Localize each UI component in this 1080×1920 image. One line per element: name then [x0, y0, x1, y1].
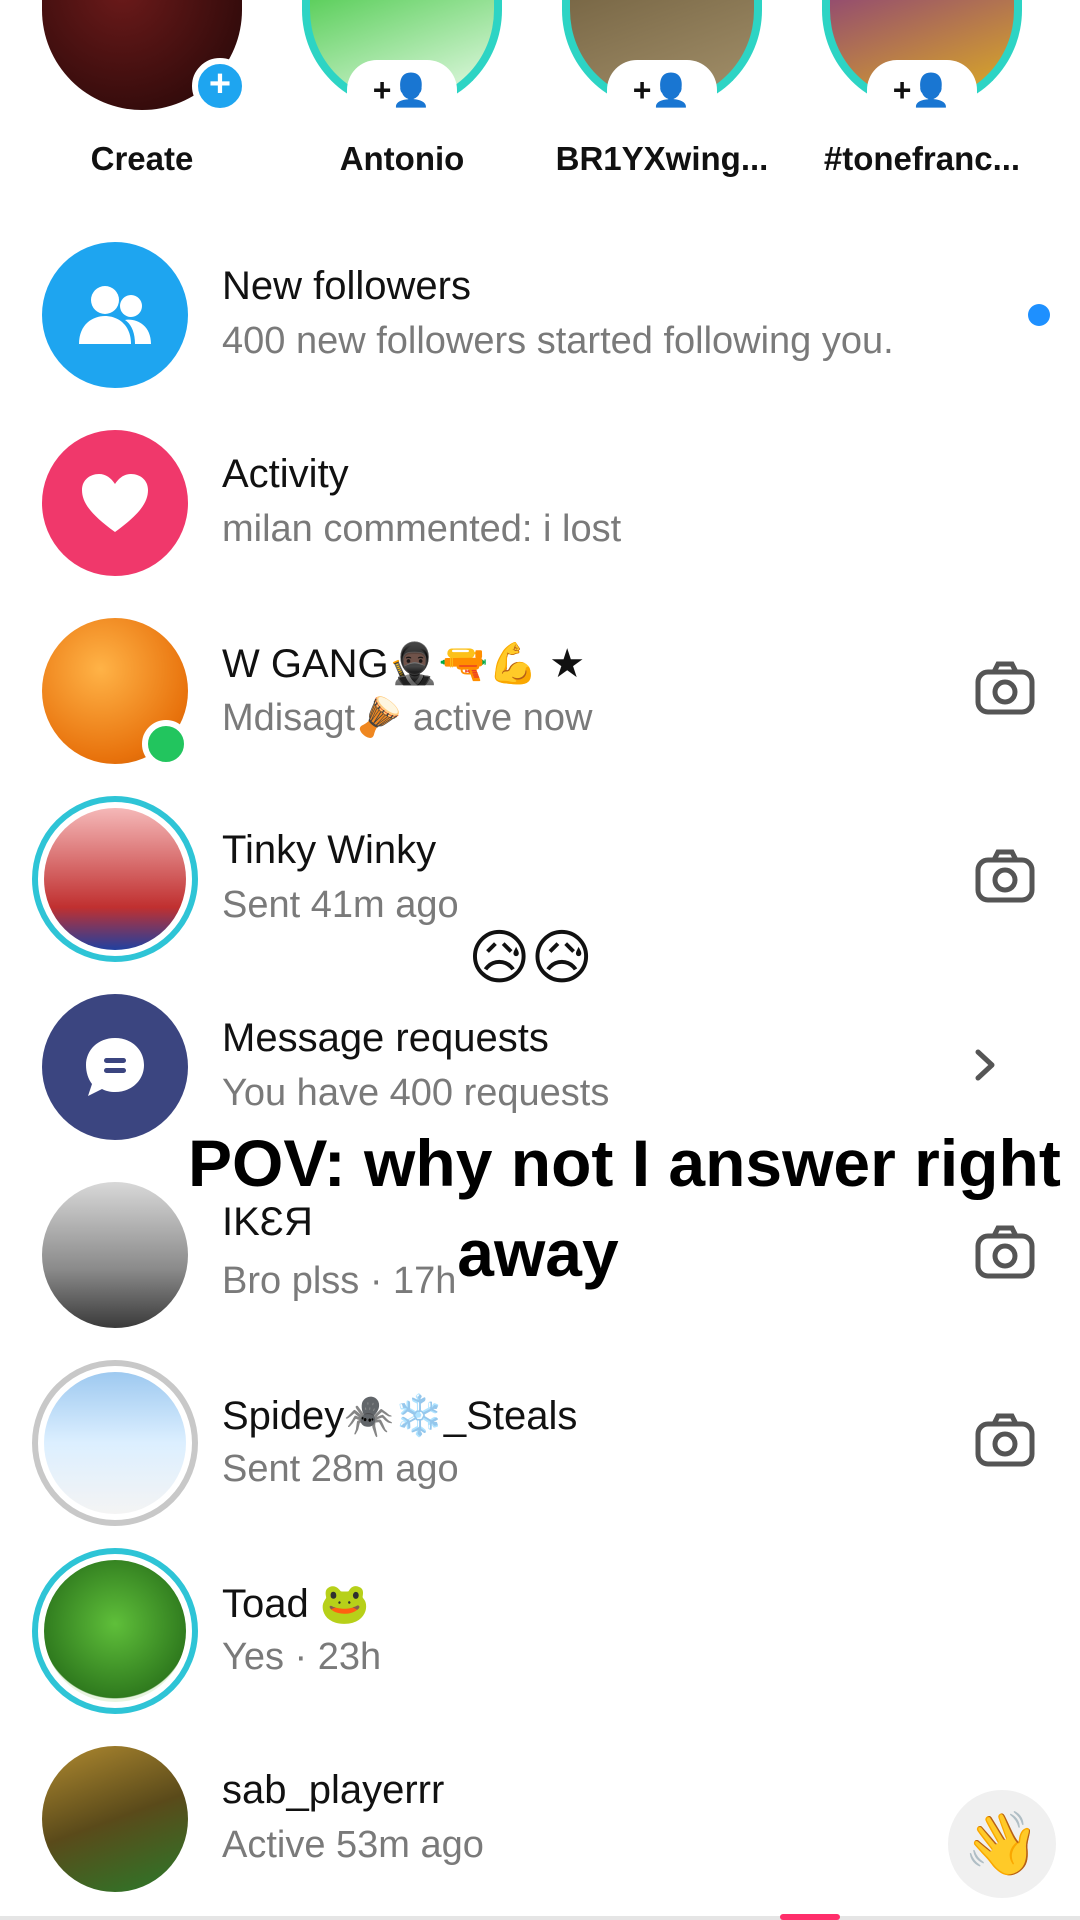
list-item-activity[interactable]: Activity milan commented: i lost — [0, 430, 1080, 618]
story-label: #tonefranc... — [823, 140, 1021, 177]
message-bubble-icon — [42, 994, 188, 1140]
story-br1yxwing[interactable]: +👤 BR1YXwing... — [532, 0, 792, 200]
avatar — [32, 796, 198, 962]
row-title: Spidey🕷️❄️_Steals — [222, 1394, 578, 1438]
chevron-right-icon[interactable] — [966, 1034, 1028, 1096]
story-label: BR1YXwing... — [555, 140, 769, 177]
list-item-spidey[interactable]: Spidey🕷️❄️_Steals Sent 28m ago — [0, 1360, 1080, 1558]
heart-icon — [42, 430, 188, 576]
avatar — [32, 1360, 198, 1526]
row-subtitle: Yes · 23h — [222, 1636, 382, 1678]
row-title: New followers — [222, 264, 471, 308]
row-title: Activity — [222, 452, 349, 496]
wave-button[interactable]: 👋 — [948, 1790, 1056, 1898]
row-subtitle: Mdisagt🪘 active now — [222, 697, 593, 739]
pov-caption: POV: why not I answer right away — [188, 1118, 1080, 1298]
list-item-w-gang[interactable]: W GANG🥷🏿🔫💪 ★ Mdisagt🪘 active now — [0, 618, 1080, 806]
row-title: Tinky Winky — [222, 828, 437, 872]
camera-icon[interactable] — [974, 846, 1036, 908]
stories-row: + Create +👤 Antonio +👤 BR1YXwing... +👤 #… — [0, 0, 1080, 200]
wave-icon: 👋 — [963, 1809, 1041, 1879]
row-title: Toad 🐸 — [222, 1582, 370, 1626]
follow-icon[interactable]: +👤 — [347, 60, 457, 120]
list-item-sab-playerrr[interactable]: sab_playerrr Active 53m ago 👋 — [0, 1746, 1080, 1920]
row-subtitle: milan commented: i lost — [222, 508, 622, 550]
sad-emoji-sticker: 😥😥 — [468, 924, 594, 991]
avatar — [42, 1746, 188, 1892]
row-title: W GANG🥷🏿🔫💪 ★ — [222, 642, 586, 686]
row-subtitle: Sent 28m ago — [222, 1448, 459, 1490]
story-create[interactable]: + Create — [12, 0, 272, 200]
row-title: sab_playerrr — [222, 1768, 445, 1812]
camera-icon[interactable] — [974, 1410, 1036, 1472]
row-subtitle: Active 53m ago — [222, 1824, 484, 1866]
story-antonio[interactable]: +👤 Antonio — [272, 0, 532, 200]
avatar — [32, 1548, 198, 1714]
add-story-badge[interactable]: + — [192, 58, 248, 114]
story-label: Antonio — [339, 140, 465, 177]
camera-icon[interactable] — [974, 658, 1036, 720]
people-icon — [42, 242, 188, 388]
story-tonefranc[interactable]: +👤 #tonefranc... — [792, 0, 1052, 200]
story-label: Create — [90, 140, 194, 177]
row-subtitle: You have 400 requests — [222, 1072, 610, 1114]
list-item-toad[interactable]: Toad 🐸 Yes · 23h — [0, 1548, 1080, 1746]
list-item-new-followers[interactable]: New followers 400 new followers started … — [0, 242, 1080, 430]
tab-indicator — [780, 1914, 840, 1920]
bottom-divider — [0, 1916, 1080, 1920]
row-subtitle: Sent 41m ago — [222, 884, 459, 926]
row-subtitle: 400 new followers started following you. — [222, 320, 894, 362]
caption-line-1: POV: why not I answer right — [188, 1126, 1061, 1200]
caption-line-2: away — [457, 1216, 619, 1290]
follow-icon[interactable]: +👤 — [607, 60, 717, 120]
online-indicator — [142, 720, 190, 768]
row-title: Message requests — [222, 1016, 549, 1060]
unread-dot — [1028, 304, 1050, 326]
follow-icon[interactable]: +👤 — [867, 60, 977, 120]
